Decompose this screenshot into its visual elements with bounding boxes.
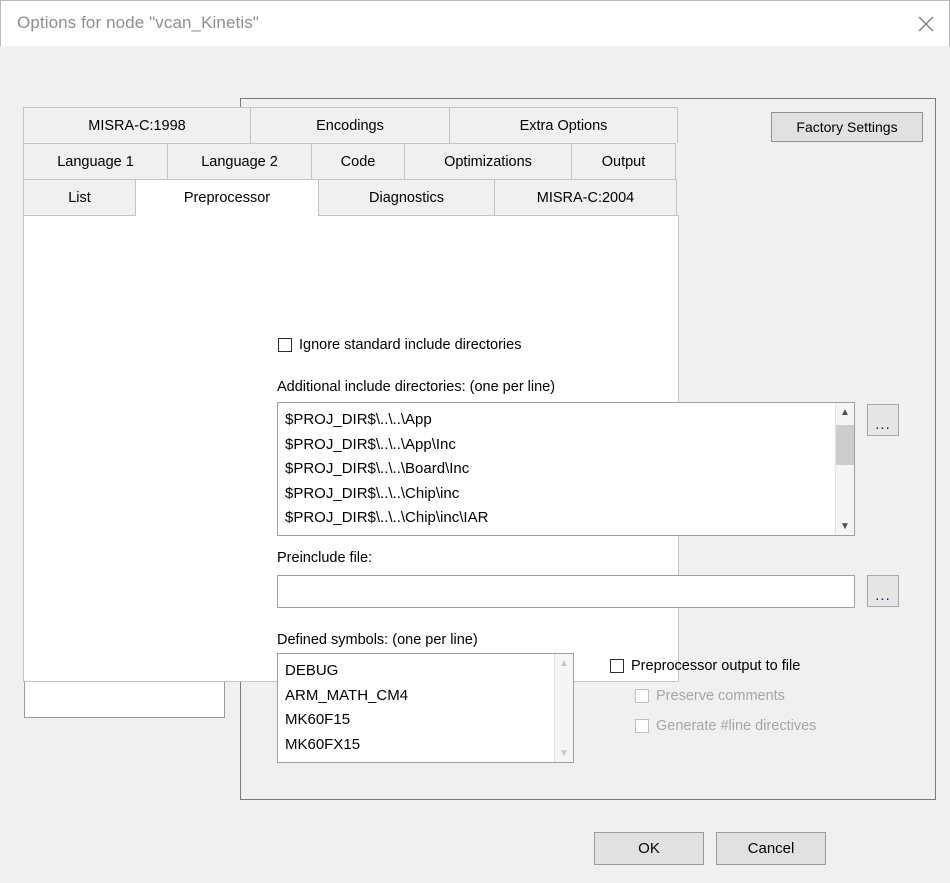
scroll-up-icon[interactable]: ▲ xyxy=(836,403,854,421)
ignore-standard-include-directories-checkbox[interactable]: Ignore standard include directories xyxy=(278,337,521,353)
tab-code[interactable]: Code xyxy=(311,143,405,179)
window-title: Options for node "vcan_Kinetis" xyxy=(17,13,259,32)
ignore-standard-include-directories-label: Ignore standard include directories xyxy=(299,337,522,353)
include-directory-line: $PROJ_DIR$\..\..\App\Inc xyxy=(285,435,456,453)
tab-output[interactable]: Output xyxy=(571,143,676,179)
tab-row-3: List Preprocessor Diagnostics MISRA-C:2004 xyxy=(23,179,679,216)
tab-preprocessor[interactable]: Preprocessor xyxy=(135,179,319,216)
tab-language-2[interactable]: Language 2 xyxy=(167,143,312,179)
tab-language-1[interactable]: Language 1 xyxy=(23,143,168,179)
scroll-down-icon[interactable]: ▼ xyxy=(836,517,854,535)
tab-row-1: MISRA-C:1998 Encodings Extra Options xyxy=(23,107,679,143)
browse-preinclude-file-button[interactable]: ... xyxy=(867,575,899,607)
window-titlebar: Options for node "vcan_Kinetis" xyxy=(0,0,950,46)
browse-include-directories-button[interactable]: ... xyxy=(867,404,899,436)
checkbox-box-icon xyxy=(635,689,649,703)
tab-list[interactable]: List xyxy=(23,179,136,215)
close-button[interactable] xyxy=(903,1,949,46)
preserve-comments-label: Preserve comments xyxy=(656,688,785,704)
defined-symbol-line: ARM_MATH_CM4 xyxy=(285,686,409,704)
include-scrollbar[interactable]: ▲ ▼ xyxy=(835,403,854,535)
defined-symbols-listbox[interactable]: DEBUG ARM_MATH_CM4 MK60F15 MK60FX15 ▲ ▼ xyxy=(277,653,574,763)
defined-symbol-line: MK60F15 xyxy=(285,711,351,728)
tab-bar[interactable]: MISRA-C:1998 Encodings Extra Options Langua… xyxy=(23,107,679,216)
checkbox-box-icon xyxy=(635,719,649,733)
scroll-down-icon[interactable]: ▼ xyxy=(555,744,573,762)
include-directory-line: $PROJ_DIR$\..\..\App xyxy=(285,411,432,428)
preprocessor-output-to-file-label: Preprocessor output to file xyxy=(631,658,801,674)
generate-line-directives-checkbox: Generate #line directives xyxy=(635,718,816,734)
scroll-up-icon[interactable]: ▲ xyxy=(555,654,573,672)
cancel-button[interactable]: Cancel xyxy=(716,832,826,865)
additional-include-directories-label: Additional include directories: (one per… xyxy=(277,379,556,395)
tab-misra-c-1998[interactable]: MISRA-C:1998 xyxy=(23,107,251,143)
include-directories-lines: $PROJ_DIR$\..\..\App $PROJ_DIR$\..\..\App… xyxy=(278,403,835,535)
preprocessor-output-to-file-checkbox[interactable]: Preprocessor output to file xyxy=(610,658,800,674)
preserve-comments-checkbox: Preserve comments xyxy=(635,688,785,704)
tab-optimizations[interactable]: Optimizations xyxy=(404,143,572,179)
tab-encodings[interactable]: Encodings xyxy=(250,107,450,143)
generate-line-directives-label: Generate #line directives xyxy=(656,718,817,734)
preinclude-file-input[interactable] xyxy=(277,575,855,608)
tab-misra-c-2004[interactable]: MISRA-C:2004 xyxy=(494,179,677,215)
defined-symbols-lines: DEBUG ARM_MATH_CM4 MK60F15 MK60FX15 xyxy=(278,654,554,762)
tab-row-2: Language 1 Language 2 Code Optimizations Out… xyxy=(23,143,679,179)
include-directory-line: $PROJ_DIR$\..\..\Board\Inc xyxy=(285,460,470,477)
additional-include-directories-listbox[interactable]: $PROJ_DIR$\..\..\App $PROJ_DIR$\..\..\App… xyxy=(277,402,855,536)
defined-symbols-label: Defined symbols: (one per line) xyxy=(277,632,478,648)
preinclude-file-label: Preinclude file: xyxy=(277,550,373,566)
tab-diagnostics[interactable]: Diagnostics xyxy=(318,179,495,215)
scrollbar-thumb[interactable] xyxy=(836,425,854,465)
close-icon xyxy=(917,15,935,33)
defined-symbol-line: DEBUG xyxy=(285,662,339,679)
checkbox-box-icon xyxy=(610,659,624,673)
tab-extra-options[interactable]: Extra Options xyxy=(449,107,678,143)
factory-settings-button[interactable]: Factory Settings xyxy=(771,112,923,142)
checkbox-box-icon xyxy=(278,338,292,352)
include-directory-line: $PROJ_DIR$\..\..\Chip\inc\IAR xyxy=(285,509,489,526)
include-directory-line: $PROJ_DIR$\..\..\Chip\inc xyxy=(285,484,460,502)
defined-symbols-scrollbar[interactable]: ▲ ▼ xyxy=(554,654,573,762)
ok-button[interactable]: OK xyxy=(594,832,704,865)
defined-symbol-line: MK60FX15 xyxy=(285,735,361,753)
